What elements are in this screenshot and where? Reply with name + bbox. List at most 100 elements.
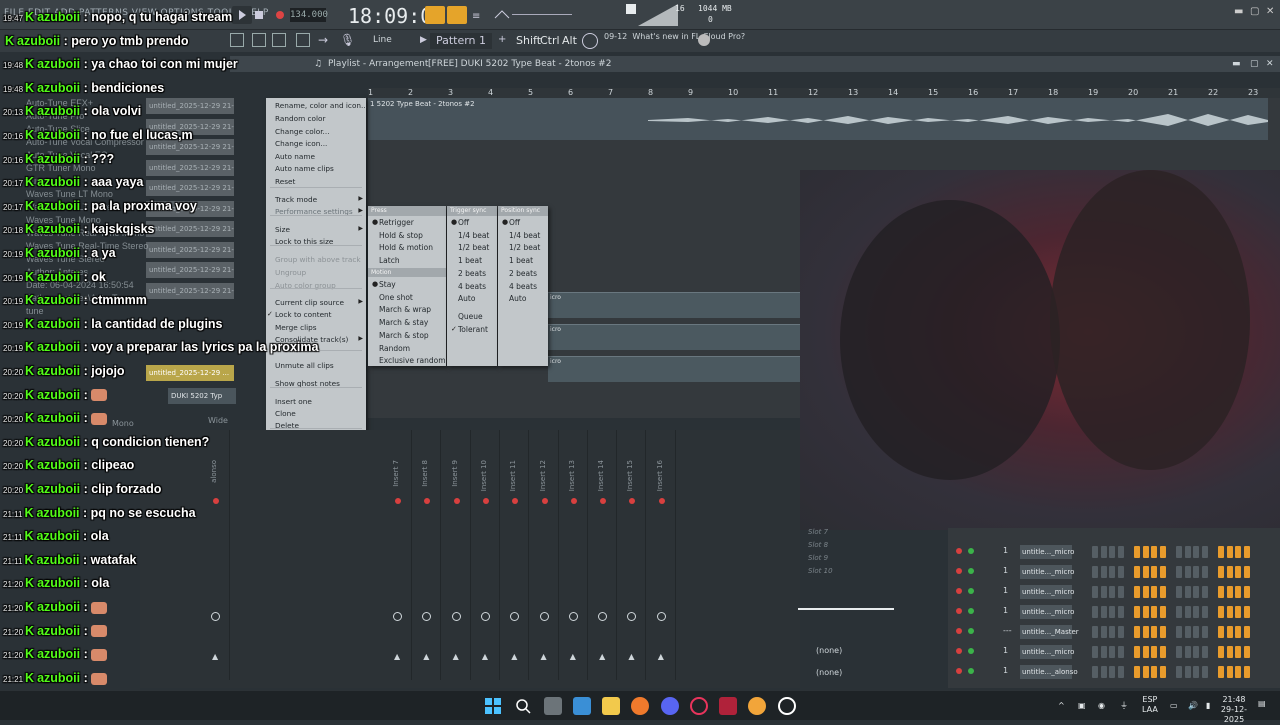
step-button[interactable] [1184, 646, 1191, 658]
timeline-ruler[interactable]: 123456789101112131415161718192021222324 [368, 88, 1280, 98]
channel-route[interactable]: 1 [1003, 586, 1008, 595]
queue-option[interactable]: Queue [458, 312, 483, 321]
channel-name[interactable]: untitle..._micro [1020, 645, 1074, 659]
step-button[interactable] [1142, 586, 1149, 598]
step-button[interactable] [1109, 646, 1115, 658]
step-button[interactable] [1201, 566, 1208, 578]
submenu-item[interactable]: 2 beats [509, 269, 537, 278]
channel-row[interactable]: 1 untitle..._micro [948, 583, 1280, 601]
opera-icon[interactable] [690, 697, 708, 715]
step-button[interactable] [1193, 646, 1199, 658]
pattern-prev-icon[interactable]: ▶ [420, 35, 427, 45]
strip-send-icon[interactable]: ▲ [541, 652, 547, 661]
step-button[interactable] [1109, 586, 1115, 598]
step-button[interactable] [1151, 566, 1157, 578]
step-button[interactable] [1184, 586, 1191, 598]
channel-name[interactable]: untitle..._micro [1020, 605, 1074, 619]
piano-roll-icon[interactable] [296, 33, 310, 47]
browser-icon[interactable] [631, 697, 649, 715]
fx-select-2[interactable]: (none) [816, 668, 842, 677]
mixer-strip[interactable]: Insert 7 ▲ [384, 430, 412, 680]
step-button[interactable] [1092, 646, 1098, 658]
step-button[interactable] [1226, 666, 1233, 678]
submenu-item[interactable]: 1/2 beat [458, 243, 489, 252]
step-button[interactable] [1117, 626, 1124, 638]
strip-knob[interactable] [627, 612, 637, 621]
submenu-item[interactable]: March & stay [379, 318, 428, 327]
submenu-item[interactable]: 1/4 beat [509, 231, 540, 240]
submenu-item[interactable]: Auto [458, 294, 475, 303]
step-button[interactable] [1092, 606, 1098, 618]
strip-knob[interactable] [480, 612, 490, 621]
snap-mode-select[interactable]: Line [373, 35, 392, 45]
mute-led-icon[interactable] [956, 568, 962, 574]
submenu-item[interactable]: One shot [379, 293, 413, 302]
strip-led-icon[interactable] [658, 498, 665, 504]
step-button[interactable] [1218, 626, 1224, 638]
step-button[interactable] [1134, 666, 1140, 678]
step-button[interactable] [1151, 646, 1157, 658]
submenu-item[interactable]: Off [458, 218, 469, 227]
metronome-icon[interactable] [425, 6, 445, 24]
step-button[interactable] [1176, 666, 1182, 678]
step-button[interactable] [1193, 546, 1199, 558]
fx-slot[interactable]: Slot 9 [808, 554, 828, 562]
step-button[interactable] [1151, 626, 1157, 638]
microphone-icon[interactable]: 🎙 [340, 33, 355, 47]
step-button[interactable] [1159, 626, 1166, 638]
mixer-strip[interactable]: Insert 16 ▲ [648, 430, 676, 680]
mixer-icon[interactable] [252, 33, 266, 47]
submenu-item[interactable]: Hold & motion [379, 243, 433, 252]
mixer-strip[interactable]: Insert 10 ▲ [472, 430, 500, 680]
step-button[interactable] [1243, 586, 1250, 598]
active-led-icon[interactable] [968, 588, 974, 594]
step-button[interactable] [1235, 566, 1241, 578]
step-button[interactable] [1218, 606, 1224, 618]
submenu-item[interactable]: March & stop [379, 331, 429, 340]
strip-knob[interactable] [393, 612, 402, 621]
tolerant-option[interactable]: Tolerant [458, 325, 488, 334]
submenu-item[interactable]: Exclusive random [379, 356, 446, 365]
step-button[interactable] [1142, 646, 1149, 658]
step-button[interactable] [1176, 586, 1182, 598]
clip-item[interactable]: untitled_2025-12-29 21- [146, 221, 234, 237]
fl-studio-icon[interactable] [748, 697, 766, 715]
mixer-strip[interactable]: Insert 11 ▲ [501, 430, 530, 680]
step-button[interactable] [1218, 646, 1224, 658]
menu-item[interactable]: Current clip source [275, 298, 344, 307]
menu-item[interactable]: Change color... [275, 127, 330, 136]
clock-tray[interactable]: 21:48 29-12-2025 [1212, 695, 1256, 725]
mixer-strip[interactable]: Insert 8 ▲ [413, 430, 442, 680]
step-button[interactable] [1100, 566, 1107, 578]
clip-item[interactable]: untitled_2025-12-29 21- [146, 159, 234, 176]
channel-route[interactable]: 1 [1003, 666, 1008, 675]
menu-item[interactable]: Unmute all clips [275, 361, 334, 370]
close-icon[interactable]: ✕ [1266, 6, 1274, 17]
discord-icon[interactable] [661, 697, 679, 715]
menu-item[interactable]: Merge clips [275, 323, 317, 332]
submenu-item[interactable]: Retrigger [379, 218, 414, 227]
play-icon[interactable] [232, 6, 252, 24]
menu-item[interactable]: Track mode [275, 195, 317, 204]
strip-led-icon[interactable] [600, 498, 607, 504]
search-icon[interactable] [514, 697, 532, 715]
menu-item[interactable]: Reset [275, 177, 295, 186]
strip-send-icon[interactable]: ▲ [453, 652, 459, 661]
step-button[interactable] [1100, 666, 1107, 678]
step-button[interactable] [1151, 666, 1157, 678]
strip-knob[interactable] [598, 612, 608, 621]
step-button[interactable] [1201, 626, 1208, 638]
menu-item[interactable]: Clone [275, 409, 296, 418]
step-button[interactable] [1117, 646, 1124, 658]
step-button[interactable] [1142, 666, 1149, 678]
step-button[interactable] [1151, 586, 1157, 598]
mixer-strip[interactable]: Insert 12 ▲ [531, 430, 559, 680]
minimize-icon[interactable]: ▬ [1234, 6, 1243, 17]
mute-led-icon[interactable] [956, 648, 962, 654]
step-button[interactable] [1243, 646, 1250, 658]
task-view-icon[interactable] [544, 697, 562, 715]
ctrl-key[interactable]: Ctrl [540, 34, 560, 47]
strip-knob[interactable] [422, 612, 432, 621]
step-button[interactable] [1235, 586, 1241, 598]
countdown-icon[interactable] [447, 6, 467, 24]
